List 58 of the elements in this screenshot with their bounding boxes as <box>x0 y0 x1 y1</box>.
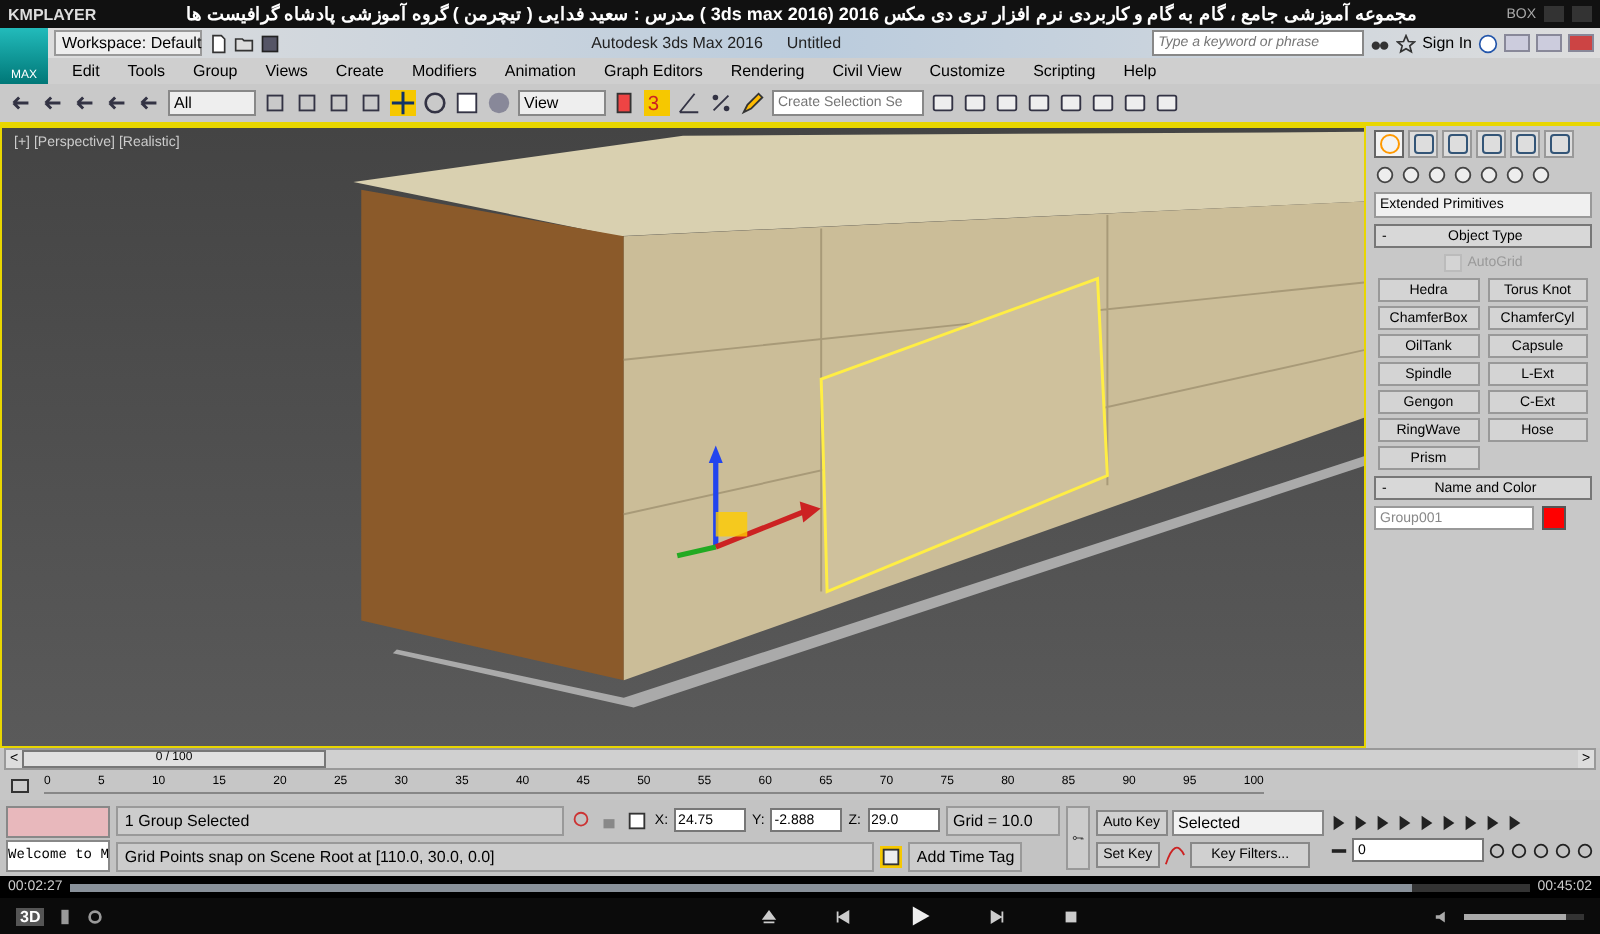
app-title: Autodesk 3ds Max 2016 <box>591 34 763 52</box>
play-icon[interactable] <box>907 904 932 928</box>
file-name: Untitled <box>786 34 842 52</box>
sphere-icon[interactable] <box>1374 164 1396 186</box>
motion-tab[interactable] <box>1476 130 1506 158</box>
add-time-tag-label[interactable]: Add Time Tag <box>908 841 1023 871</box>
rotate-icon[interactable] <box>422 90 448 116</box>
player-name: KMPLAYER <box>8 5 97 23</box>
selection-status: 1 Group Selected <box>116 805 565 835</box>
time-tag-icon[interactable] <box>880 845 903 867</box>
video-title: مجموعه آموزشی جامع ، گام به گام و کاربردی نرم افزار تری دی مکس 2016 (3ds max 2016 ) مدرس : سعید فدایی ( تیچرمن ) گروه آموزشی پادشاه گرافیست ها <box>183 4 1419 24</box>
display-tab[interactable] <box>1510 130 1540 158</box>
next-icon[interactable] <box>987 907 1006 925</box>
object-color-swatch[interactable] <box>1542 506 1566 530</box>
scale-icon[interactable] <box>454 90 480 116</box>
pencil-icon[interactable] <box>740 90 766 116</box>
menu-item[interactable]: Tools <box>127 62 165 80</box>
folder-icon[interactable] <box>234 33 254 53</box>
help-icon[interactable] <box>1478 33 1498 53</box>
menu-item[interactable]: Help <box>1123 62 1157 80</box>
menu-item[interactable]: Scripting <box>1033 62 1096 80</box>
utilities-tab[interactable] <box>1544 130 1574 158</box>
eject-icon[interactable] <box>759 907 778 925</box>
menu-item[interactable]: Group <box>192 62 238 80</box>
reference-coordinate-dropdown[interactable]: View <box>518 90 606 116</box>
sign-in-link[interactable]: Sign In <box>1422 34 1472 52</box>
menu-item[interactable]: Modifiers <box>411 62 477 80</box>
hierarchy-tab[interactable] <box>1442 130 1472 158</box>
stop-icon[interactable] <box>1061 907 1080 925</box>
percent-snap-icon[interactable] <box>708 90 734 116</box>
menu-item[interactable]: Edit <box>72 62 100 80</box>
menu-item[interactable]: Views <box>265 62 308 80</box>
modify-tab[interactable] <box>1408 130 1438 158</box>
tangent-curve-icon[interactable] <box>1164 843 1187 865</box>
menu-item[interactable]: Graph Editors <box>603 62 703 80</box>
menu-item[interactable]: Rendering <box>730 62 805 80</box>
menu-item[interactable]: Animation <box>504 62 576 80</box>
key-mode-dropdown[interactable]: Selected <box>1172 809 1324 835</box>
create-tab[interactable] <box>1374 130 1404 158</box>
play-icon[interactable] <box>1374 814 1392 832</box>
selection-filter-dropdown[interactable]: All <box>168 90 256 116</box>
transform-mode-icon[interactable] <box>626 809 649 831</box>
star-icon[interactable] <box>1396 33 1417 53</box>
menu-item[interactable]: Civil View <box>832 62 902 80</box>
workspace-dropdown[interactable]: Workspace: Default <box>54 30 202 56</box>
previous-icon[interactable] <box>833 907 852 925</box>
grid-size-label: Grid = 10.0 <box>945 805 1060 835</box>
save-icon[interactable] <box>260 33 280 53</box>
menu-item[interactable]: Customize <box>929 62 1006 80</box>
move-icon[interactable] <box>390 90 416 116</box>
menu-item[interactable]: Create <box>335 62 384 80</box>
new-file-icon[interactable] <box>208 33 228 53</box>
angle-snap-icon[interactable] <box>676 90 702 116</box>
square-icon[interactable] <box>326 90 352 116</box>
maxscript-listener-field[interactable] <box>6 805 111 837</box>
pivot-icon[interactable] <box>612 90 638 116</box>
3d-mode-button[interactable]: 3D <box>16 907 45 925</box>
lightbulb-icon[interactable] <box>570 809 593 831</box>
